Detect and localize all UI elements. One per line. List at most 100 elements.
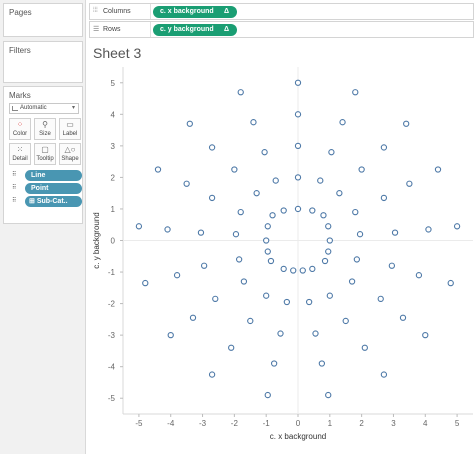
- data-point[interactable]: [263, 292, 270, 299]
- pages-card[interactable]: Pages: [3, 3, 83, 37]
- color-button[interactable]: ⁘ Color: [9, 118, 31, 140]
- data-point[interactable]: [173, 272, 181, 279]
- data-point[interactable]: [267, 257, 275, 265]
- data-point[interactable]: [261, 149, 268, 156]
- data-point[interactable]: [326, 292, 333, 299]
- data-point[interactable]: [280, 207, 287, 214]
- data-point[interactable]: [164, 226, 171, 233]
- data-point[interactable]: [339, 119, 346, 126]
- data-point[interactable]: [318, 360, 326, 367]
- data-point[interactable]: [352, 208, 359, 216]
- data-point[interactable]: [253, 190, 260, 197]
- data-point[interactable]: [377, 295, 384, 303]
- data-point[interactable]: [189, 314, 197, 321]
- data-point[interactable]: [321, 257, 329, 265]
- data-point[interactable]: [336, 190, 343, 197]
- data-point[interactable]: [403, 120, 410, 127]
- data-point[interactable]: [422, 331, 429, 339]
- data-point[interactable]: [237, 89, 244, 96]
- subcat-pill[interactable]: ⊞ Sub-Cat..: [25, 196, 82, 207]
- shape-button[interactable]: △○ Shape: [59, 143, 81, 165]
- data-point[interactable]: [380, 194, 388, 202]
- data-point[interactable]: [235, 256, 243, 263]
- data-point[interactable]: [320, 212, 327, 219]
- data-point[interactable]: [434, 166, 442, 173]
- data-point[interactable]: [353, 256, 361, 263]
- data-point[interactable]: [352, 89, 359, 96]
- data-point[interactable]: [270, 360, 278, 367]
- data-point[interactable]: [142, 279, 149, 287]
- data-point[interactable]: [294, 174, 302, 181]
- data-point[interactable]: [272, 177, 279, 184]
- data-point[interactable]: [208, 194, 216, 202]
- scatter-chart[interactable]: -5 -4 -3 -2 -1 0 1 2 3 4 5 -5 -4 -3 -2 -1 0 1 2 3 4 5 c. x bac…: [87, 39, 474, 454]
- data-point[interactable]: [317, 177, 324, 184]
- data-point[interactable]: [183, 180, 190, 187]
- data-point[interactable]: [197, 229, 205, 236]
- data-point[interactable]: [391, 229, 399, 236]
- data-point[interactable]: [294, 205, 302, 213]
- data-point[interactable]: [309, 207, 316, 214]
- data-point[interactable]: [247, 317, 254, 325]
- data-point[interactable]: [399, 314, 407, 321]
- data-point[interactable]: [283, 298, 291, 306]
- data-point[interactable]: [186, 120, 193, 127]
- data-point[interactable]: [269, 212, 276, 219]
- data-point[interactable]: [240, 278, 248, 285]
- data-point[interactable]: [250, 119, 257, 126]
- data-point[interactable]: [294, 142, 302, 150]
- data-point[interactable]: [290, 267, 297, 274]
- rows-pill[interactable]: c. y background Δ: [153, 24, 237, 36]
- data-point[interactable]: [328, 149, 335, 156]
- data-point[interactable]: [200, 262, 208, 269]
- data-point[interactable]: [326, 237, 333, 244]
- data-point[interactable]: [154, 166, 162, 173]
- data-point[interactable]: [135, 223, 143, 230]
- data-point[interactable]: [231, 166, 238, 173]
- tooltip-button[interactable]: ▢ Tooltip: [34, 143, 56, 165]
- size-button[interactable]: ⚲ Size: [34, 118, 56, 140]
- data-point[interactable]: [406, 180, 413, 187]
- rows-shelf[interactable]: ☰ Rows c. y background Δ: [89, 21, 474, 38]
- columns-pill[interactable]: c. x background Δ: [153, 6, 237, 18]
- data-point[interactable]: [294, 111, 302, 118]
- line-pill[interactable]: Line: [25, 170, 82, 181]
- filters-card[interactable]: Filters: [3, 41, 83, 83]
- data-point[interactable]: [228, 344, 235, 351]
- data-point[interactable]: [294, 79, 302, 86]
- data-point[interactable]: [356, 231, 364, 238]
- data-point[interactable]: [167, 331, 174, 339]
- data-point[interactable]: [388, 262, 396, 269]
- data-point[interactable]: [212, 295, 219, 303]
- data-point[interactable]: [280, 265, 287, 273]
- data-point[interactable]: [361, 344, 368, 351]
- data-point[interactable]: [348, 278, 356, 285]
- data-point[interactable]: [277, 330, 284, 337]
- data-point[interactable]: [299, 267, 306, 274]
- data-point[interactable]: [447, 279, 454, 287]
- data-point[interactable]: [264, 223, 271, 230]
- data-point[interactable]: [380, 371, 388, 378]
- data-point[interactable]: [264, 248, 271, 255]
- data-point[interactable]: [208, 371, 216, 378]
- data-point[interactable]: [380, 144, 388, 151]
- columns-shelf[interactable]: ⦙⦙⦙ Columns c. x background Δ: [89, 3, 474, 20]
- data-point[interactable]: [453, 223, 461, 230]
- mark-type-dropdown[interactable]: Automatic ▾: [9, 103, 79, 114]
- data-point[interactable]: [358, 166, 365, 173]
- data-point[interactable]: [305, 298, 313, 306]
- data-point[interactable]: [325, 223, 332, 230]
- data-point[interactable]: [237, 208, 244, 216]
- label-button[interactable]: ▭ Label: [59, 118, 81, 140]
- data-point[interactable]: [264, 391, 271, 399]
- point-pill[interactable]: Point: [25, 183, 82, 194]
- data-point[interactable]: [415, 272, 423, 279]
- data-point[interactable]: [232, 231, 240, 238]
- data-point[interactable]: [309, 265, 316, 273]
- data-point[interactable]: [325, 248, 332, 255]
- data-point[interactable]: [263, 237, 270, 244]
- data-point[interactable]: [325, 391, 332, 399]
- detail-button[interactable]: ⁙ Detail: [9, 143, 31, 165]
- data-point[interactable]: [312, 330, 319, 337]
- data-point[interactable]: [342, 317, 349, 325]
